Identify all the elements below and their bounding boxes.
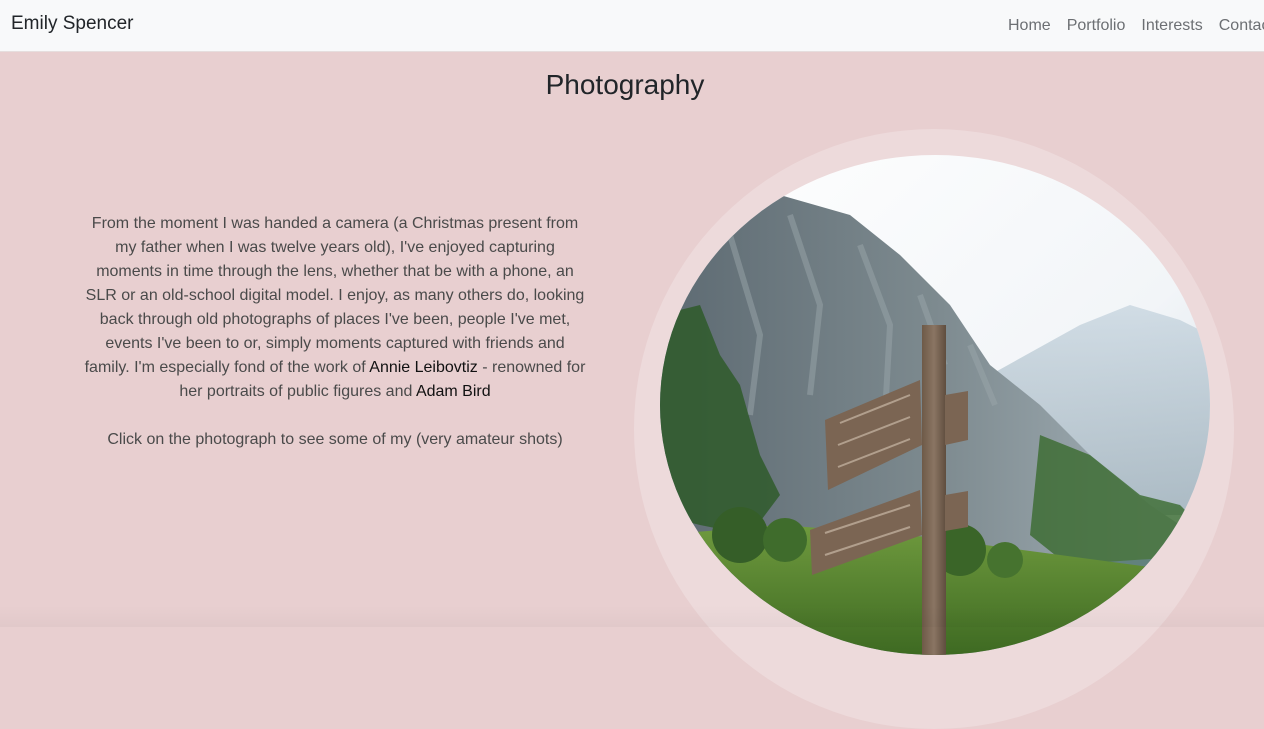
photo-cta: Click on the photograph to see some of m… bbox=[107, 431, 563, 448]
annie-leibovitz-link[interactable]: Annie Leibovtiz bbox=[369, 359, 478, 376]
adam-bird-link[interactable]: Adam Bird bbox=[416, 383, 491, 400]
nav-link-portfolio[interactable]: Portfolio bbox=[1059, 17, 1134, 35]
bio-paragraph: From the moment I was handed a camera (a… bbox=[84, 212, 586, 404]
page-title: Photography bbox=[545, 69, 705, 100]
nav-link-home[interactable]: Home bbox=[1000, 17, 1059, 35]
section-bottom-shadow bbox=[0, 605, 1264, 627]
nav-link-contact[interactable]: Contac bbox=[1211, 17, 1264, 35]
nav-link-interests[interactable]: Interests bbox=[1133, 17, 1210, 35]
navbar: Emily Spencer Home Portfolio Interests C… bbox=[0, 0, 1264, 52]
nav-links: Home Portfolio Interests Contac bbox=[1000, 0, 1264, 52]
bio-text: From the moment I was handed a camera (a… bbox=[84, 212, 586, 452]
photo-illustration bbox=[660, 155, 1210, 655]
photography-section: Photography From the moment I was handed… bbox=[0, 52, 1264, 729]
mountain-signpost-photo[interactable] bbox=[660, 155, 1210, 655]
brand-link[interactable]: Emily Spencer bbox=[11, 13, 134, 35]
bio-intro: From the moment I was handed a camera (a… bbox=[84, 215, 585, 376]
